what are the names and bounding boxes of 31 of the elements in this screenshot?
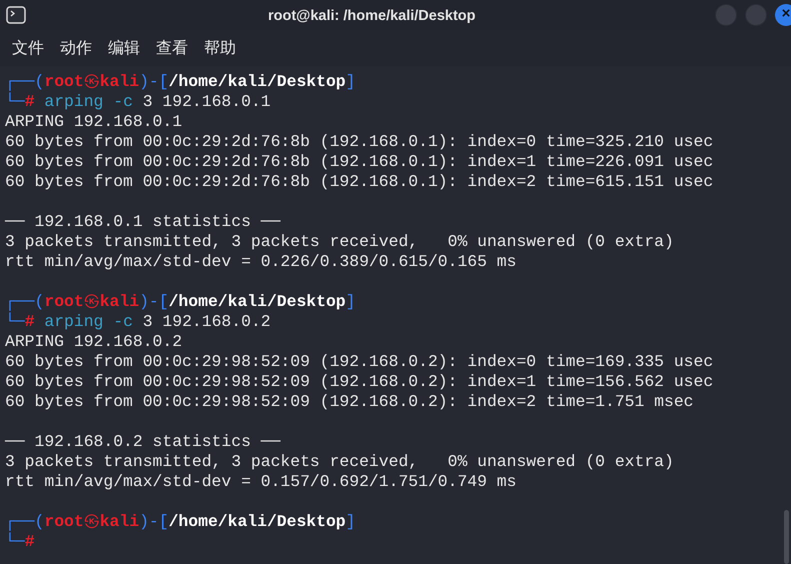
prompt-line: ┌──(root㉿kali)-[/home/kali/Desktop] xyxy=(5,292,356,312)
menu-item[interactable]: 编辑 xyxy=(108,36,140,60)
output-line: ARPING 192.168.0.1 xyxy=(5,112,182,132)
output-line: 60 bytes from 00:0c:29:98:52:09 (192.168.0.2): index=2 time=1.751 msec xyxy=(5,392,694,412)
output-line: 60 bytes from 00:0c:29:2d:76:8b (192.168.0.1): index=0 time=325.210 usec xyxy=(5,132,714,152)
terminal-icon xyxy=(6,6,26,24)
command-line: └─# arping -c 3 192.168.0.2 xyxy=(5,312,271,332)
output-line: 60 bytes from 00:0c:29:2d:76:8b (192.168.0.1): index=1 time=226.091 usec xyxy=(5,152,714,172)
output-line: 60 bytes from 00:0c:29:98:52:09 (192.168.0.2): index=0 time=169.335 usec xyxy=(5,352,714,372)
prompt-line: ┌──(root㉿kali)-[/home/kali/Desktop] xyxy=(5,512,356,532)
output-line: 60 bytes from 00:0c:29:2d:76:8b (192.168.0.1): index=2 time=615.151 usec xyxy=(5,172,714,192)
menu-item[interactable]: 帮助 xyxy=(204,36,236,60)
output-line: ARPING 192.168.0.2 xyxy=(5,332,182,352)
scrollbar[interactable] xyxy=(784,510,789,564)
prompt-line: ┌──(root㉿kali)-[/home/kali/Desktop] xyxy=(5,72,356,92)
output-line: 60 bytes from 00:0c:29:98:52:09 (192.168.0.2): index=1 time=156.562 usec xyxy=(5,372,714,392)
command-line: └─# arping -c 3 192.168.0.1 xyxy=(5,92,271,112)
window-title: root@kali: /home/kali/Desktop xyxy=(268,7,476,26)
output-line: rtt min/avg/max/std-dev = 0.157/0.692/1.751/0.749 ms xyxy=(5,472,516,492)
menu-item[interactable]: 查看 xyxy=(156,36,188,60)
output-line: ── 192.168.0.1 statistics ── xyxy=(5,212,280,232)
command-line: └─# xyxy=(5,532,35,552)
output-line: ── 192.168.0.2 statistics ── xyxy=(5,432,280,452)
minimize-button[interactable] xyxy=(715,4,737,26)
output-line: 3 packets transmitted, 3 packets received, 0% unanswered (0 extra) xyxy=(5,452,674,472)
output-line: rtt min/avg/max/std-dev = 0.226/0.389/0.615/0.165 ms xyxy=(5,252,516,272)
menu-item[interactable]: 文件 xyxy=(12,36,44,60)
menu-item[interactable]: 动作 xyxy=(60,36,92,60)
output-line: 3 packets transmitted, 3 packets received, 0% unanswered (0 extra) xyxy=(5,232,674,252)
close-button[interactable]: × xyxy=(775,4,791,26)
maximize-button[interactable] xyxy=(745,4,767,26)
